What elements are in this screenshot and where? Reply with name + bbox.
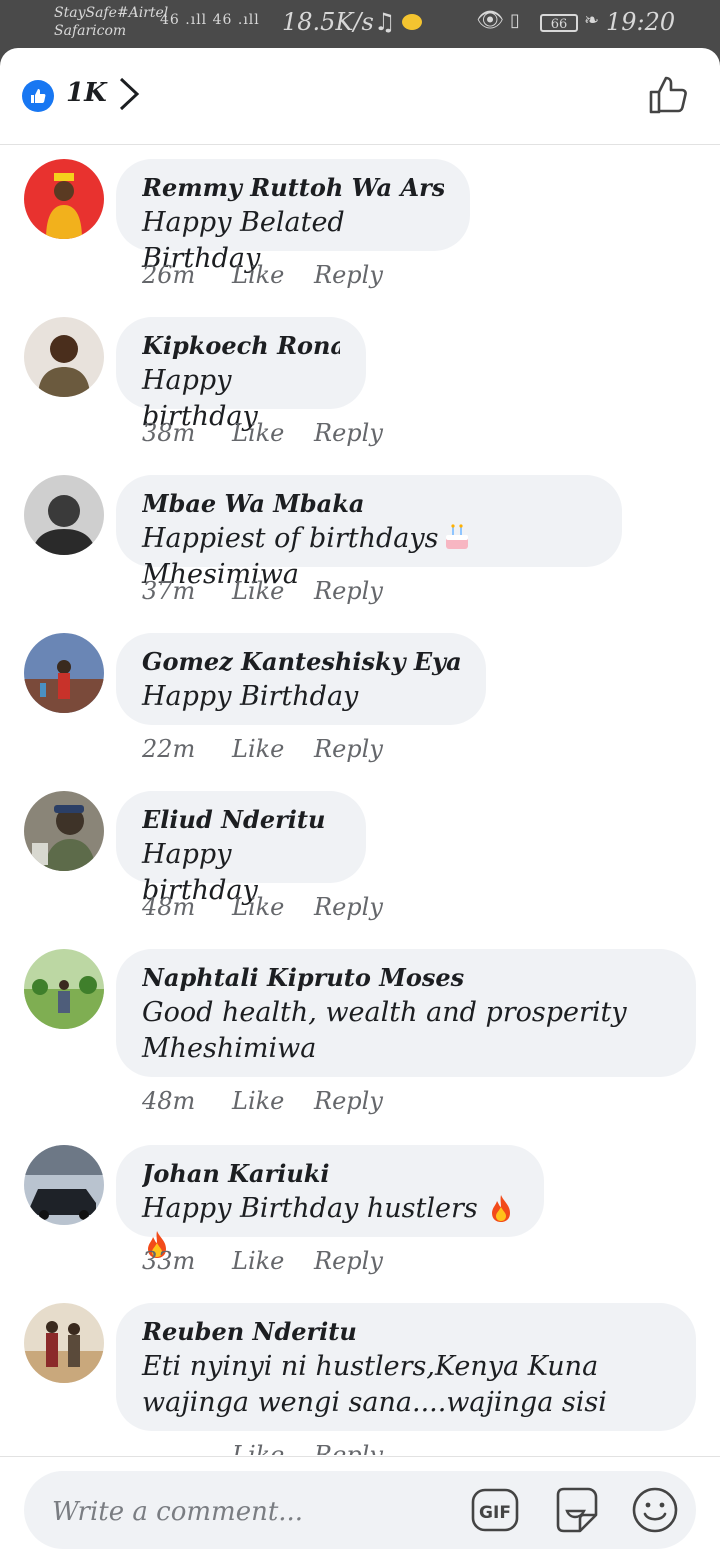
comment-text: Happy Birthday [142, 681, 359, 712]
reply-link[interactable]: Reply [314, 1441, 383, 1455]
comment-composer: GIF [0, 1456, 720, 1560]
status-bar: StaySafe#Airtel Safaricom 46 .ıll 46 .ıl… [0, 0, 720, 48]
like-link[interactable]: Like [232, 1247, 314, 1275]
like-link[interactable]: Like [232, 1441, 314, 1455]
comment-author[interactable]: Remmy Ruttoh Wa Arsenali [142, 171, 444, 205]
carrier-info: StaySafe#Airtel Safaricom [54, 4, 168, 40]
network-speed: 18.5K/s [282, 8, 374, 36]
avatar[interactable] [24, 317, 104, 397]
comment-time: 48m [142, 1087, 196, 1115]
like-link[interactable]: Like [232, 735, 314, 763]
gif-icon[interactable]: GIF [470, 1485, 520, 1535]
like-link[interactable]: Like [232, 261, 314, 289]
comment-actions: 22m Like Reply [142, 735, 383, 763]
comment-text-part: Happiest of birthdays [142, 523, 439, 554]
eye-comfort-icon: 👁 [476, 8, 504, 33]
comment-time: 48m [142, 893, 196, 921]
comment-text: Good health, wealth and prosperity Mhesh… [142, 997, 627, 1064]
reply-link[interactable]: Reply [314, 893, 383, 921]
reply-link[interactable]: Reply [314, 261, 383, 289]
avatar[interactable] [24, 791, 104, 871]
comment-time: 22m [142, 735, 196, 763]
comment-time: 33m [142, 1247, 196, 1275]
comment-author[interactable]: Eliud Nderitu [142, 803, 340, 837]
comment-bubble: Eliud Nderitu Happy birthday [116, 791, 366, 906]
comment-actions: 37m Like Reply [142, 577, 383, 605]
comment-author[interactable]: Mbae Wa Mbaka [142, 487, 596, 521]
clock: 19:20 [606, 8, 676, 36]
reply-link[interactable]: Reply [314, 735, 383, 763]
reactions-header: 1K [0, 48, 720, 145]
avatar[interactable] [24, 475, 104, 555]
comment-text-part: Happy Birthday hustlers [142, 1193, 478, 1224]
comment-bubble: Gomez Kanteshisky Eyanae Jr. Happy Birth… [116, 633, 486, 725]
comment-time: 38m [142, 419, 196, 447]
gif-label: GIF [479, 1503, 511, 1523]
comment-bubble: Naphtali Kipruto Moses Good health, weal… [116, 949, 696, 1077]
avatar[interactable] [24, 633, 104, 713]
reply-link[interactable]: Reply [314, 1247, 383, 1275]
avatar[interactable] [24, 1145, 104, 1225]
like-link[interactable]: Like [232, 577, 314, 605]
vibrate-icon: ▯ [510, 10, 520, 31]
comment-actions: 48m Like Reply [142, 893, 383, 921]
like-link[interactable]: Like [232, 1087, 314, 1115]
chat-notification-icon [402, 14, 422, 30]
like-link[interactable]: Like [232, 419, 314, 447]
comment-actions: Like Reply [142, 1441, 383, 1455]
comments-sheet: 1K Remmy Ruttoh Wa Arsenali Happy Belate… [0, 48, 720, 1560]
comment-author[interactable]: Gomez Kanteshisky Eyanae Jr. [142, 645, 460, 679]
comment-actions: 48m Like Reply [142, 1087, 383, 1115]
chevron-right-icon[interactable] [118, 76, 140, 112]
sticker-icon[interactable] [550, 1485, 602, 1535]
birthday-cake-icon [445, 524, 468, 549]
fire-icon [492, 1195, 511, 1222]
reply-link[interactable]: Reply [314, 1087, 383, 1115]
avatar[interactable] [24, 949, 104, 1029]
music-icon: ♫ [374, 8, 396, 36]
carrier-line-2: Safaricom [54, 23, 127, 39]
battery-indicator: 66 [540, 14, 578, 32]
reaction-count[interactable]: 1K [66, 78, 107, 108]
thumbs-up-icon[interactable] [648, 74, 690, 116]
comment-author[interactable]: Johan Kariuki [142, 1157, 518, 1191]
comment-author[interactable]: Naphtali Kipruto Moses [142, 961, 670, 995]
comment-time: 26m [142, 261, 196, 289]
comment-bubble: Johan Kariuki Happy Birthday hustlers [116, 1145, 544, 1258]
comment-input[interactable] [50, 1491, 454, 1533]
reply-link[interactable]: Reply [314, 419, 383, 447]
comment-text: Eti nyinyi ni hustlers,Kenya Kuna wajing… [142, 1351, 607, 1418]
comment-bubble: Reuben Nderitu Eti nyinyi ni hustlers,Ke… [116, 1303, 696, 1431]
comment-author[interactable]: Kipkoech Ronald [142, 329, 340, 363]
comment-bubble: Remmy Ruttoh Wa Arsenali Happy Belated B… [116, 159, 470, 274]
comment-actions: 33m Like Reply [142, 1247, 383, 1275]
reply-link[interactable]: Reply [314, 577, 383, 605]
avatar[interactable] [24, 1303, 104, 1383]
comment-bubble: Mbae Wa Mbaka Happiest of birthdaysMhesi… [116, 475, 622, 590]
comment-bubble: Kipkoech Ronald Happy birthday [116, 317, 366, 432]
carrier-line-1: StaySafe#Airtel [54, 5, 169, 21]
emoji-icon[interactable] [630, 1485, 680, 1535]
like-link[interactable]: Like [232, 893, 314, 921]
like-reaction-icon[interactable] [22, 80, 54, 112]
comment-actions: 38m Like Reply [142, 419, 383, 447]
composer-box: GIF [24, 1471, 696, 1549]
comment-list: Remmy Ruttoh Wa Arsenali Happy Belated B… [0, 145, 720, 1455]
signal-icon: 46 .ıll 46 .ıll [160, 12, 260, 28]
power-saving-icon: ❧ [584, 10, 600, 31]
comment-author[interactable]: Reuben Nderitu [142, 1315, 670, 1349]
avatar[interactable] [24, 159, 104, 239]
comment-actions: 26m Like Reply [142, 261, 383, 289]
comment-time: 37m [142, 577, 196, 605]
